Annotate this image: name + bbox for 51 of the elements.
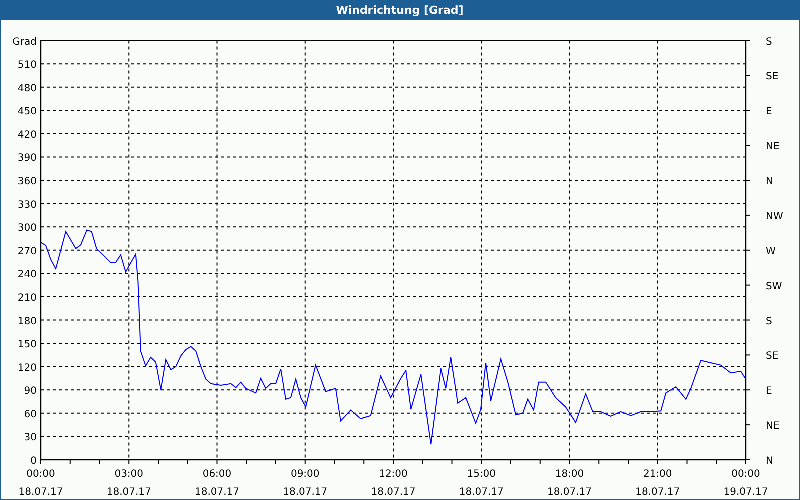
y-tick-label: 210 bbox=[18, 292, 37, 304]
x-tick-label: 12:00 bbox=[379, 469, 408, 480]
y-tick-label: 60 bbox=[24, 409, 37, 420]
y-tick-label: 480 bbox=[18, 83, 37, 94]
direction-tick-label: W bbox=[766, 246, 776, 258]
y-tick-label: 90 bbox=[24, 386, 37, 398]
x-tick-date: 18.07.17 bbox=[106, 487, 152, 498]
x-tick-date: 19.07.17 bbox=[724, 487, 768, 498]
direction-tick-label: SE bbox=[766, 351, 779, 362]
window-title: Windrichtung [Grad] bbox=[336, 4, 464, 16]
y-tick-label: 180 bbox=[18, 316, 37, 328]
y-tick-label: 390 bbox=[18, 153, 37, 164]
x-tick-label: 15:00 bbox=[467, 469, 496, 480]
direction-tick-label: E bbox=[766, 386, 772, 398]
direction-tick-label: NE bbox=[766, 421, 780, 432]
direction-tick-label: NE bbox=[766, 142, 780, 153]
y-tick-label: 360 bbox=[18, 176, 37, 188]
x-tick-label: 03:00 bbox=[114, 469, 144, 480]
y-tick-label: 240 bbox=[18, 270, 37, 281]
x-tick-label: 21:00 bbox=[643, 469, 672, 480]
x-tick-date: 18.07.17 bbox=[459, 487, 504, 498]
y-tick-label: 0 bbox=[30, 456, 37, 467]
y-tick-label: 300 bbox=[18, 223, 37, 234]
x-tick-date: 18.07.17 bbox=[547, 487, 592, 498]
x-tick-date: 18.07.17 bbox=[18, 487, 64, 498]
y-tick-label: 330 bbox=[18, 200, 37, 211]
x-tick-date: 18.07.17 bbox=[194, 487, 240, 498]
x-tick-date: 18.07.17 bbox=[636, 487, 680, 498]
x-tick-label: 00:00 bbox=[26, 469, 56, 480]
y-tick-label: 450 bbox=[18, 106, 37, 118]
y-axis-title: Grad bbox=[12, 36, 37, 48]
direction-tick-label: SW bbox=[766, 281, 782, 292]
x-tick-label: 00:00 bbox=[732, 469, 760, 480]
direction-tick-label: NW bbox=[766, 211, 784, 222]
direction-tick-label: SE bbox=[766, 72, 779, 83]
direction-tick-label: S bbox=[766, 36, 772, 48]
y-tick-label: 510 bbox=[18, 60, 37, 72]
x-tick-label: 06:00 bbox=[202, 469, 232, 480]
x-tick-label: 09:00 bbox=[290, 469, 320, 480]
x-tick-date: 18.07.17 bbox=[283, 487, 328, 498]
y-tick-label: 30 bbox=[24, 432, 37, 444]
direction-tick-label: S bbox=[766, 316, 772, 328]
y-tick-label: 420 bbox=[18, 130, 37, 141]
direction-tick-label: N bbox=[766, 456, 774, 467]
x-tick-label: 18:00 bbox=[555, 469, 584, 480]
y-tick-label: 270 bbox=[18, 246, 37, 258]
direction-tick-label: N bbox=[766, 176, 774, 188]
y-tick-label: 120 bbox=[18, 362, 37, 374]
y-tick-label: 150 bbox=[18, 340, 37, 351]
x-tick-date: 18.07.17 bbox=[371, 487, 416, 498]
direction-tick-label: E bbox=[766, 106, 772, 118]
